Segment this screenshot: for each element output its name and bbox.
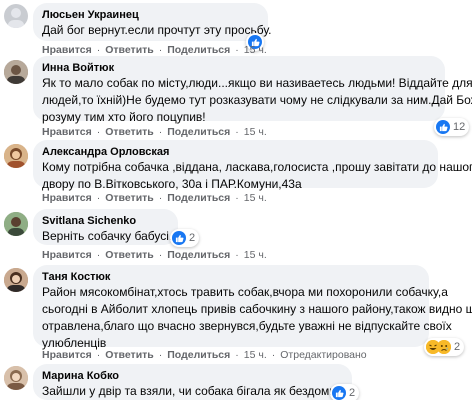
reaction-summary[interactable]: 2 (424, 338, 465, 356)
comment-bubble: Александра Орловская Кому потрібна собач… (33, 140, 472, 191)
comment-author[interactable]: Марина Кобко (42, 369, 342, 383)
timestamp[interactable]: 15 ч. (244, 125, 267, 139)
timestamp[interactable]: 15 ч. (244, 191, 267, 205)
comment-bubble: Люсьен Украинец Дай бог вернут.если проч… (33, 3, 272, 41)
reaction-count: 2 (349, 387, 356, 399)
reply-link[interactable]: Ответить (105, 125, 154, 139)
like-link[interactable]: Нравится (42, 348, 92, 362)
edited-label[interactable]: Отредактировано (280, 348, 366, 362)
like-link[interactable]: Нравится (42, 191, 92, 205)
like-link[interactable]: Нравится (42, 43, 92, 57)
share-link[interactable]: Поделиться (167, 348, 230, 362)
comment-author[interactable]: Люсьен Украинец (42, 8, 258, 22)
comment-actions: Нравится · Ответить · Поделиться · 15 ч. · Отред… (42, 348, 367, 362)
avatar-svitlana[interactable] (4, 212, 28, 236)
comment-actions: Нравится · Ответить · Поделиться · 15 ч. (42, 191, 267, 205)
avatar-lyusen[interactable] (4, 4, 28, 28)
reaction-summary[interactable]: 2 (170, 229, 200, 247)
thumbs-up-icon (332, 386, 346, 400)
reaction-count: 2 (454, 341, 461, 353)
reply-link[interactable]: Ответить (105, 191, 154, 205)
comment-author[interactable]: Svitlana Sichenko (42, 214, 168, 228)
avatar-inna[interactable] (4, 60, 28, 84)
share-link[interactable]: Поделиться (167, 191, 230, 205)
comment-author[interactable]: Таня Костюк (42, 270, 419, 284)
comment-actions: Нравится · Ответить · Поделиться · 15 ч. (42, 125, 267, 139)
comment-actions: Нравится · Ответить · Поделиться · 15 ч. (42, 248, 267, 262)
reply-link[interactable]: Ответить (105, 248, 154, 262)
like-link[interactable]: Нравится (42, 248, 92, 262)
comment-bubble: Таня Костюк Район мясокомбінат,хтось тра… (33, 265, 472, 350)
comment-author[interactable]: Инна Войтюк (42, 61, 435, 75)
reaction-summary[interactable]: 12 (434, 118, 470, 136)
comment-text: Дай бог вернут.если прочтут эту просьбу. (42, 23, 272, 37)
share-link[interactable]: Поделиться (167, 125, 230, 139)
comment-text: Верніть собачку бабусі... (42, 229, 179, 243)
comment-text: Як то мало собак по місту,люди...якщо ви… (42, 76, 472, 124)
timestamp[interactable]: 15 ч. (244, 248, 267, 262)
comment-text: Кому потрібна собачка ,віддана, ласкава,… (42, 160, 472, 191)
comment-bubble: Svitlana Sichenko Верніть собачку бабусі… (33, 209, 179, 245)
reply-link[interactable]: Ответить (105, 348, 154, 362)
timestamp[interactable]: 15 ч. (244, 43, 267, 57)
reply-link[interactable]: Ответить (105, 43, 154, 57)
thumbs-up-icon (172, 231, 186, 245)
like-link[interactable]: Нравится (42, 125, 92, 139)
comment-text: Район мясокомбінат,хтось травить собак,в… (42, 285, 472, 350)
sad-emoji-icon (437, 340, 451, 354)
avatar-tanya[interactable] (4, 268, 28, 292)
comment-author[interactable]: Александра Орловская (42, 145, 428, 159)
comment-text: Зайшли у двір та взяли, чи собака бігала… (42, 384, 346, 398)
reaction-summary[interactable]: 2 (330, 384, 360, 400)
timestamp[interactable]: 15 ч. (244, 348, 267, 362)
thumbs-up-icon (436, 120, 450, 134)
comment-actions: Нравится · Ответить · Поделиться · 15 ч. (42, 43, 267, 57)
share-link[interactable]: Поделиться (167, 43, 230, 57)
avatar-aleksandra[interactable] (4, 144, 28, 168)
avatar-maryna[interactable] (4, 366, 28, 390)
comment-bubble: Марина Кобко Зайшли у двір та взяли, чи … (33, 364, 352, 400)
comment-bubble: Инна Войтюк Як то мало собак по місту,лю… (33, 56, 472, 124)
reaction-count: 12 (453, 121, 466, 133)
reaction-count: 2 (189, 232, 196, 244)
share-link[interactable]: Поделиться (167, 248, 230, 262)
